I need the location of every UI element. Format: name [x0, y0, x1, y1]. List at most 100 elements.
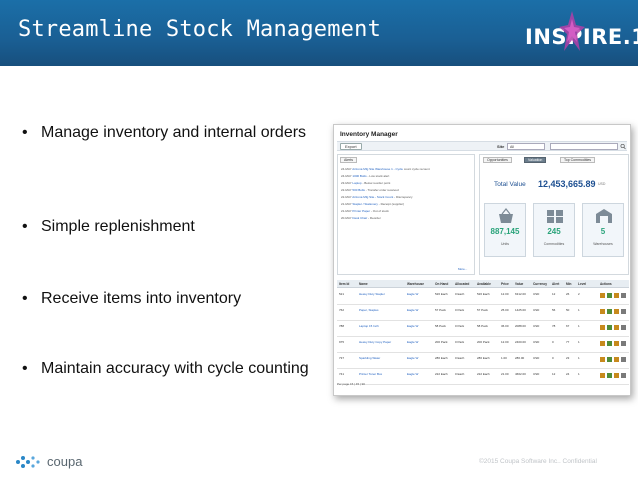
table-cell: 0 Pack — [455, 340, 465, 344]
column-header[interactable]: Value — [515, 282, 523, 286]
table-cell: 25.00 — [501, 308, 509, 312]
row-action-icon — [614, 309, 619, 314]
tab-opportunities[interactable]: Opportunities — [483, 157, 512, 163]
table-cell: USD — [533, 356, 540, 360]
stat-label: Units — [501, 242, 509, 246]
column-header[interactable]: Price — [501, 282, 509, 286]
row-actions-icons[interactable] — [600, 341, 628, 346]
stat-value: 5 — [600, 227, 606, 236]
column-header[interactable]: Warehouse — [407, 282, 424, 286]
table-cell: Eagle W — [407, 340, 419, 344]
table-cell[interactable]: Sparkling Water — [359, 356, 380, 360]
table-cell: 222 Each — [435, 372, 448, 376]
bullet-item: • Receive items into inventory — [22, 288, 312, 310]
table-cell[interactable]: Heavy Duty Stapler — [359, 292, 385, 296]
alert-line[interactable]: 20-MAY Desk Chair - Reorder — [341, 216, 381, 221]
alert-line[interactable]: 23-MAY Laptop - Below reorder point — [341, 181, 390, 186]
pagination[interactable]: Per page 15 | 45 | 90 — [337, 382, 365, 386]
row-action-icon — [600, 357, 605, 362]
table-cell: 788 — [339, 324, 345, 328]
table-cell: 1425.00 — [515, 308, 526, 312]
table-row[interactable]: 737 Sparkling Water Eagle W 286 Each 0 Each 2… — [337, 353, 629, 369]
table-cell: 0 Each — [455, 372, 465, 376]
site-select[interactable]: All — [507, 143, 545, 150]
table-cell: 2400.00 — [515, 340, 526, 344]
table-cell: 1.00 — [501, 356, 507, 360]
row-actions-icons[interactable] — [600, 373, 628, 378]
table-row[interactable]: 741 Printer Toner Box Eagle W 222 Each 0 Eac… — [337, 369, 629, 385]
alert-line[interactable]: 21-MAY Printer Paper - Out of stock — [341, 209, 389, 214]
table-cell: Eagle W — [407, 324, 419, 328]
column-header[interactable]: Name — [359, 282, 368, 286]
tab-alerts[interactable]: Alerts — [340, 157, 357, 163]
row-action-icon — [600, 293, 605, 298]
column-header[interactable]: Level — [578, 282, 586, 286]
more-alerts-link[interactable]: More... — [458, 267, 467, 271]
table-cell: 0 — [552, 340, 554, 344]
table-cell: 521 — [339, 292, 345, 296]
table-cell: 762 — [339, 308, 345, 312]
row-action-icon — [607, 309, 612, 314]
table-cell: USD — [533, 292, 540, 296]
alert-line[interactable]: 24-MAY Arizona Mfg Site Warehouse 1 - Cy… — [341, 167, 430, 172]
table-cell: 50 — [566, 308, 570, 312]
row-action-icon — [614, 293, 619, 298]
search-icon[interactable] — [620, 143, 626, 150]
row-action-icon — [621, 341, 626, 346]
table-row[interactable]: 762 Paper, Staples Eagle W 57 Pack 0 Pack 57 … — [337, 305, 629, 321]
table-row[interactable]: 788 Laptop 15 Inch Eagle W 58 Pack 0 Pack 58 … — [337, 321, 629, 337]
alert-line[interactable]: 24-MAY 1000 Bolts - Low stock alert — [341, 174, 389, 179]
table-cell[interactable]: Laptop 15 Inch — [359, 324, 379, 328]
table-cell: 78 — [552, 324, 556, 328]
bullet-text: Simple replenishment — [41, 218, 195, 235]
table-cell: 0 Pack — [455, 324, 465, 328]
boxes-icon — [547, 210, 563, 223]
column-header: Actions — [600, 282, 612, 286]
total-value-currency: USD — [598, 182, 606, 186]
table-cell: 12 — [552, 372, 556, 376]
row-actions-icons[interactable] — [600, 357, 628, 362]
table-cell[interactable]: Printer Toner Box — [359, 372, 382, 376]
tab-top-commodities[interactable]: Top Commodities — [560, 157, 596, 163]
bullet-text: Receive items into inventory — [41, 290, 242, 307]
table-row[interactable]: 975 Heavy Duty Copy Paper Eagle W 200 Pack 0… — [337, 337, 629, 353]
table-row[interactable]: 521 Heavy Duty Stapler Eagle W 526 Each 0 Ea… — [337, 289, 629, 305]
search-input[interactable] — [550, 143, 618, 150]
table-cell: USD — [533, 340, 540, 344]
stat-card-units: 887,145 Units — [484, 203, 526, 257]
table-cell: 0 — [552, 356, 554, 360]
table-cell: 286.00 — [515, 356, 525, 360]
column-header[interactable]: On Hand — [435, 282, 448, 286]
valuation-panel: Opportunities Valuation Top Commodities … — [479, 154, 629, 275]
table-cell: 200 Pack — [435, 340, 448, 344]
column-header[interactable]: Min — [566, 282, 572, 286]
table-cell[interactable]: Paper, Staples — [359, 308, 379, 312]
row-actions-icons[interactable] — [600, 293, 628, 298]
column-header[interactable]: Currency — [533, 282, 547, 286]
alert-line[interactable]: 22-MAY Arizona Mfg Site - Stock Count - … — [341, 195, 412, 200]
table-cell: Eagle W — [407, 308, 419, 312]
alert-line[interactable]: 21-MAY Stapler / Stationery - Receipt (s… — [341, 202, 404, 207]
column-header[interactable]: Allocated — [455, 282, 469, 286]
row-action-icon — [614, 341, 619, 346]
row-action-icon — [600, 373, 605, 378]
warehouse-icon — [596, 209, 612, 223]
row-action-icon — [621, 309, 626, 314]
inventory-manager-screenshot: Inventory Manager Export Site All Alerts… — [333, 124, 631, 396]
table-cell: 1 — [578, 308, 580, 312]
column-header[interactable]: Available — [477, 282, 491, 286]
table-cell: Eagle W — [407, 356, 419, 360]
column-header[interactable]: Alert — [552, 282, 559, 286]
table-cell[interactable]: Heavy Duty Copy Paper — [359, 340, 391, 344]
table-cell: 36.00 — [501, 324, 509, 328]
inventory-manager-title: Inventory Manager — [340, 131, 398, 138]
column-header[interactable]: Item Id — [339, 282, 349, 286]
row-actions-icons[interactable] — [600, 325, 628, 330]
tab-valuation[interactable]: Valuation — [524, 157, 547, 163]
row-action-icon — [607, 357, 612, 362]
alert-line[interactable]: 22-MAY 500 Bolts - Transfer order receiv… — [341, 188, 399, 193]
table-cell: 6312.00 — [515, 292, 526, 296]
export-button[interactable]: Export — [340, 143, 362, 150]
stat-label: Warehouses — [593, 242, 613, 246]
row-actions-icons[interactable] — [600, 309, 628, 314]
